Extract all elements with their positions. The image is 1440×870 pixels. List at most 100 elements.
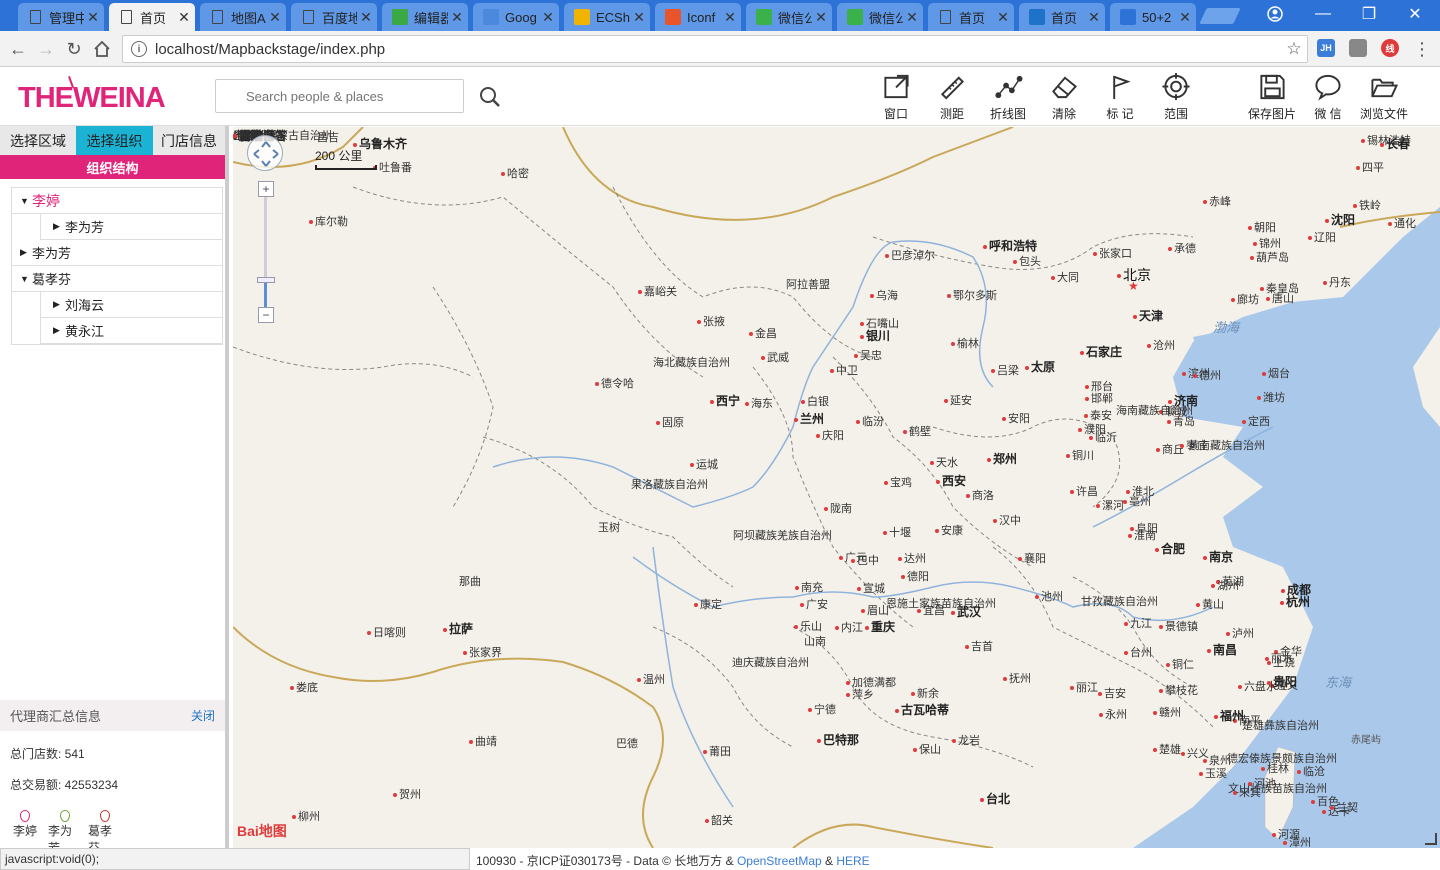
browser-tab[interactable]: 首页 ✕ bbox=[928, 3, 1014, 31]
browser-tab[interactable]: 百度地 ✕ bbox=[291, 3, 377, 31]
caret-right-icon[interactable]: ▶ bbox=[53, 299, 63, 310]
caret-right-icon[interactable]: ▶ bbox=[53, 221, 63, 232]
tool-polyline-button[interactable]: 折线图 bbox=[982, 72, 1034, 122]
baidu-map-logo[interactable]: Bai地图 bbox=[237, 821, 287, 841]
city-label: 永州 bbox=[1099, 706, 1127, 722]
address-bar[interactable]: i localhost/Mapbackstage/index.php ☆ bbox=[122, 35, 1308, 63]
browser-tab[interactable]: 编辑器 ✕ bbox=[382, 3, 468, 31]
new-tab-button[interactable] bbox=[1199, 8, 1241, 24]
tab-select-region[interactable]: 选择区域 bbox=[0, 126, 76, 155]
url-text: localhost/Mapbackstage/index.php bbox=[155, 40, 386, 58]
caret-right-icon[interactable]: ▶ bbox=[53, 325, 63, 336]
tree-node[interactable]: ▼ 李婷 bbox=[12, 188, 222, 214]
city-label: 铜川 bbox=[1066, 447, 1094, 463]
resize-corner-icon[interactable] bbox=[1425, 833, 1437, 845]
city-label: 福州 bbox=[1214, 707, 1244, 724]
osm-link[interactable]: OpenStreetMap bbox=[737, 854, 822, 868]
tree-child-node[interactable]: ▶ 黄永江 bbox=[40, 318, 222, 344]
bookmark-star-icon[interactable]: ☆ bbox=[1281, 39, 1307, 59]
caret-down-icon[interactable]: ▼ bbox=[20, 274, 30, 284]
city-label: 台北 bbox=[980, 790, 1010, 807]
tab-close-icon[interactable]: ✕ bbox=[175, 9, 193, 26]
tab-close-icon[interactable]: ✕ bbox=[84, 9, 102, 26]
info-icon[interactable]: i bbox=[131, 41, 147, 57]
browser-tab[interactable]: 地图A ✕ bbox=[200, 3, 286, 31]
capital-star-icon: ★ bbox=[1128, 279, 1139, 293]
tool-window-button[interactable]: 窗口 bbox=[870, 72, 922, 122]
browser-tab[interactable]: 微信公 ✕ bbox=[746, 3, 832, 31]
city-label: 甘孜藏族自治州 bbox=[1081, 596, 1158, 608]
zoom-slider-handle[interactable] bbox=[257, 277, 275, 283]
tab-close-icon[interactable]: ✕ bbox=[1176, 9, 1194, 26]
tool-chat-bubble-button[interactable]: 微 信 bbox=[1302, 72, 1354, 122]
tree-node[interactable]: ▶ 李为芳 bbox=[12, 240, 222, 266]
sidebar-tabs: 选择区域 选择组织 门店信息 bbox=[0, 126, 225, 155]
tab-close-icon[interactable]: ✕ bbox=[1085, 9, 1103, 26]
tree-child-node[interactable]: ▶ 刘海云 bbox=[40, 292, 222, 318]
close-window-button[interactable]: ✕ bbox=[1392, 0, 1438, 28]
tab-close-icon[interactable]: ✕ bbox=[266, 9, 284, 26]
total-amount: 总交易额: 42553234 bbox=[10, 778, 119, 792]
city-label: 张家口 bbox=[1093, 245, 1132, 261]
browser-tab-bar: 管理中 ✕ 首页 ✕ 地图A ✕ 百度地 ✕ 编辑器 ✕ Goog ✕ ECSh ✕ Iconf ✕ 微信公 ✕ 微… bbox=[0, 0, 1440, 31]
reload-icon[interactable]: ↻ bbox=[60, 35, 88, 63]
extension-red-icon[interactable]: 线 bbox=[1381, 39, 1399, 57]
tab-close-icon[interactable]: ✕ bbox=[357, 9, 375, 26]
tool-folder-button[interactable]: 浏览文件 bbox=[1358, 72, 1410, 122]
restore-button[interactable]: ❐ bbox=[1346, 0, 1392, 28]
profile-icon[interactable] bbox=[1252, 0, 1298, 28]
tool-save-button[interactable]: 保存图片 bbox=[1246, 72, 1298, 122]
tool-flag-button[interactable]: 标 记 bbox=[1094, 72, 1146, 122]
extension-jh-icon[interactable]: JH bbox=[1317, 39, 1335, 57]
zoom-in-button[interactable]: + bbox=[258, 181, 274, 197]
search-icon[interactable] bbox=[478, 85, 502, 109]
caret-down-icon[interactable]: ▼ bbox=[20, 196, 30, 206]
browser-tab[interactable]: Iconf ✕ bbox=[655, 3, 741, 31]
here-link[interactable]: HERE bbox=[836, 854, 869, 868]
scale-label: 200 公里 bbox=[315, 149, 363, 163]
org-structure-title: 组织结构 bbox=[0, 155, 225, 179]
tab-close-icon[interactable]: ✕ bbox=[812, 9, 830, 26]
browser-tab[interactable]: 管理中 ✕ bbox=[18, 3, 104, 31]
browser-tab[interactable]: 微信公 ✕ bbox=[837, 3, 923, 31]
city-label: 台州 bbox=[1124, 644, 1152, 660]
city-label: 沈阳 bbox=[1325, 211, 1355, 228]
tool-label: 测距 bbox=[939, 107, 964, 121]
tool-target-button[interactable]: 范围 bbox=[1150, 72, 1202, 122]
agent-summary-close-link[interactable]: 关闭 bbox=[191, 707, 215, 724]
city-label: 杭州 bbox=[1280, 593, 1310, 610]
extension-gray-icon[interactable] bbox=[1349, 39, 1367, 57]
tab-close-icon[interactable]: ✕ bbox=[903, 9, 921, 26]
city-label: 临汾 bbox=[856, 413, 884, 429]
browser-tab[interactable]: 首页 ✕ bbox=[1019, 3, 1105, 31]
menu-icon[interactable]: ⋮ bbox=[1408, 35, 1436, 63]
tab-close-icon[interactable]: ✕ bbox=[448, 9, 466, 26]
tab-close-icon[interactable]: ✕ bbox=[630, 9, 648, 26]
tool-ruler-button[interactable]: 测距 bbox=[926, 72, 978, 122]
pan-control[interactable] bbox=[247, 135, 283, 171]
city-label: 萍乡 bbox=[846, 686, 874, 702]
minimize-button[interactable]: — bbox=[1300, 0, 1346, 28]
forward-icon[interactable]: → bbox=[32, 35, 60, 63]
back-icon[interactable]: ← bbox=[4, 35, 32, 63]
caret-right-icon[interactable]: ▶ bbox=[20, 247, 30, 258]
tree-child-node[interactable]: ▶ 李为芳 bbox=[40, 214, 222, 240]
search-input[interactable] bbox=[215, 79, 464, 113]
tool-eraser-button[interactable]: 清除 bbox=[1038, 72, 1090, 122]
tab-store-info[interactable]: 门店信息 bbox=[153, 126, 225, 155]
browser-tab[interactable]: ECSh ✕ bbox=[564, 3, 650, 31]
tab-close-icon[interactable]: ✕ bbox=[721, 9, 739, 26]
browser-tab[interactable]: Goog ✕ bbox=[473, 3, 559, 31]
map-canvas[interactable]: 昌吉乌鲁木齐吐鲁番哈密库尔勒锡林浩特长春吉林四平铁岭沈阳赤峰朝阳通化锦州葫芦岛辽… bbox=[233, 127, 1440, 848]
tab-close-icon[interactable]: ✕ bbox=[539, 9, 557, 26]
tab-select-organization[interactable]: 选择组织 bbox=[76, 126, 153, 155]
tab-close-icon[interactable]: ✕ bbox=[994, 9, 1012, 26]
tree-node[interactable]: ▼ 葛孝芬 bbox=[12, 266, 222, 292]
browser-tab[interactable]: 50+2 ✕ bbox=[1110, 3, 1196, 31]
city-label: 赤峰 bbox=[1203, 193, 1231, 209]
zoom-out-button[interactable]: − bbox=[258, 307, 274, 323]
target-icon bbox=[1162, 72, 1190, 101]
tab-title: 微信公 bbox=[869, 10, 903, 26]
home-icon[interactable] bbox=[88, 35, 116, 63]
browser-tab[interactable]: 首页 ✕ bbox=[109, 3, 195, 31]
